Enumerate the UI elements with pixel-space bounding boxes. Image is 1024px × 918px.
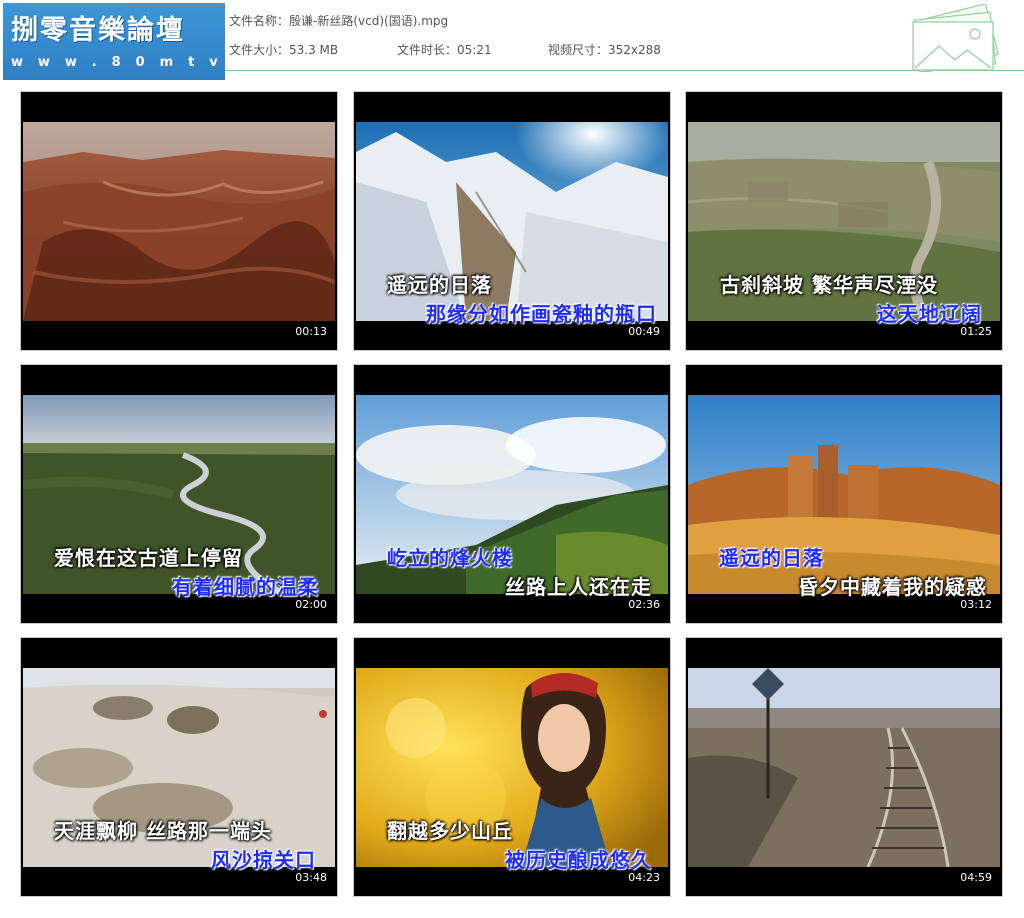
video-frame: 爱恨在这古道上停留 有着细腻的温柔 02:00	[23, 367, 335, 621]
lyric-line-2: 丝路上人还在走	[505, 575, 652, 599]
logo-title: 捌零音樂論壇	[11, 15, 185, 46]
thumbnail-02-36[interactable]: 屹立的烽火楼 丝路上人还在走 02:36	[353, 364, 671, 624]
lyric-line-2: 这天地辽阔	[877, 302, 982, 326]
video-frame: 遥远的日落 昏夕中藏着我的疑惑 03:12	[688, 367, 1000, 621]
logo-url: w w w . 8 0 m t v . c o m	[11, 55, 318, 70]
site-logo: 捌零音樂論壇 w w w . 8 0 m t v . c o m	[3, 3, 318, 80]
thumbnail-03-12[interactable]: 遥远的日落 昏夕中藏着我的疑惑 03:12	[685, 364, 1003, 624]
lyric-line-1: 天涯飘柳 丝路那一端头	[54, 819, 272, 843]
video-frame: 04:59	[688, 640, 1000, 894]
lyric-line-1: 古刹斜坡 繁华声尽湮没	[720, 273, 938, 297]
thumbnail-03-48[interactable]: 天涯飘柳 丝路那一端头 风沙掠关口 03:48	[20, 637, 338, 897]
video-frame: 翻越多少山丘 被历史酿成悠久 04:23	[356, 640, 668, 894]
lyric-line-2: 风沙掠关口	[211, 848, 316, 872]
video-frame: 遥远的日落 那缘分如作画瓷釉的瓶口 00:49	[356, 94, 668, 348]
file-name: 文件名称：殷谦-新丝路(vcd)(国语).mpg	[229, 14, 449, 28]
video-frame: 古刹斜坡 繁华声尽湮没 这天地辽阔 01:25	[688, 94, 1000, 348]
thumbnail-grid: 00:13 遥远的日落 那缘分如作画瓷釉的瓶口 00:49 古刹斜坡 繁华声尽湮…	[20, 91, 1006, 901]
thumbnail-02-00[interactable]: 爱恨在这古道上停留 有着细腻的温柔 02:00	[20, 364, 338, 624]
canyon-scene	[23, 122, 335, 321]
video-frame: 00:13	[23, 94, 335, 348]
timestamp: 03:48	[295, 871, 327, 884]
lyric-line-2: 昏夕中藏着我的疑惑	[798, 575, 987, 599]
thumbnail-01-25[interactable]: 古刹斜坡 繁华声尽湮没 这天地辽阔 01:25	[685, 91, 1003, 351]
thumbnail-00-49[interactable]: 遥远的日落 那缘分如作画瓷釉的瓶口 00:49	[353, 91, 671, 351]
timestamp: 02:00	[295, 598, 327, 611]
lyric-line-1: 屹立的烽火楼	[387, 546, 513, 570]
lyric-line-1: 翻越多少山丘	[387, 819, 513, 843]
file-duration: 文件时长：05:21	[397, 43, 492, 57]
file-info-header: 捌零音樂論壇 w w w . 8 0 m t v . c o m 文件名称：殷谦…	[0, 0, 1024, 80]
timestamp: 04:23	[628, 871, 660, 884]
lyric-line-2: 那缘分如作画瓷釉的瓶口	[426, 302, 657, 326]
lyric-line-1: 遥远的日落	[719, 546, 824, 570]
thumbnail-04-23[interactable]: 翻越多少山丘 被历史酿成悠久 04:23	[353, 637, 671, 897]
lyric-line-2: 被历史酿成悠久	[505, 848, 652, 872]
timestamp: 02:36	[628, 598, 660, 611]
lyric-line-1: 遥远的日落	[387, 273, 492, 297]
lyric-line-2: 有着细腻的温柔	[172, 575, 319, 599]
video-frame: 屹立的烽火楼 丝路上人还在走 02:36	[356, 367, 668, 621]
timestamp: 00:13	[295, 325, 327, 338]
video-dimensions: 视频尺寸：352x288	[548, 43, 661, 57]
photo-stack-icon	[912, 4, 999, 72]
railway-scene	[688, 668, 1000, 867]
lyric-line-1: 爱恨在这古道上停留	[54, 546, 243, 570]
timestamp: 03:12	[960, 598, 992, 611]
timestamp: 00:49	[628, 325, 660, 338]
timestamp: 04:59	[960, 871, 992, 884]
thumbnail-04-59[interactable]: 04:59	[685, 637, 1003, 897]
video-frame: 天涯飘柳 丝路那一端头 风沙掠关口 03:48	[23, 640, 335, 894]
timestamp: 01:25	[960, 325, 992, 338]
file-size: 文件大小：53.3 MB	[229, 43, 339, 57]
thumbnail-00-13[interactable]: 00:13	[20, 91, 338, 351]
